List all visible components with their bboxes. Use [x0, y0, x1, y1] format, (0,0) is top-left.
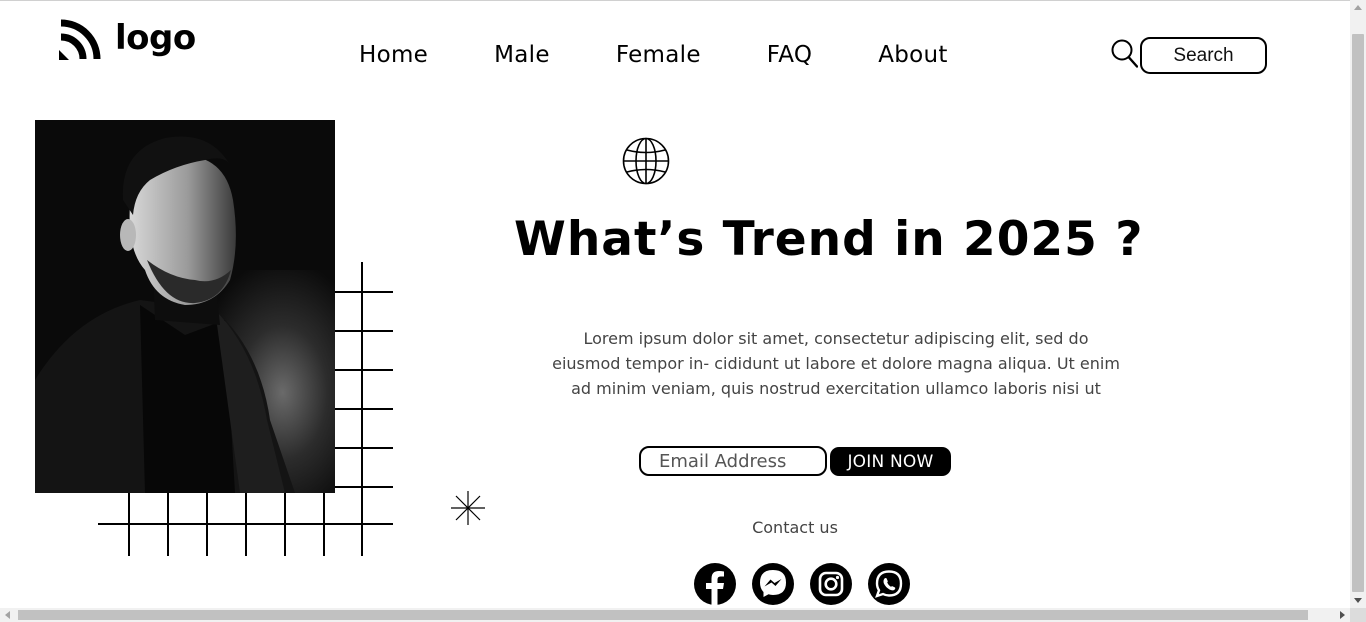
grid-decoration — [98, 262, 393, 556]
scrollbar-corner — [1350, 608, 1366, 622]
scroll-down-arrow-icon[interactable] — [1354, 598, 1362, 603]
globe-icon — [622, 137, 670, 185]
whatsapp-icon[interactable] — [867, 562, 911, 606]
join-now-button[interactable]: JOIN NOW — [830, 447, 951, 476]
scroll-left-arrow-icon[interactable] — [5, 611, 10, 619]
search-icon[interactable] — [1110, 38, 1138, 68]
hero-title: What’s Trend in 2025 ? — [514, 212, 1144, 267]
nav-link-male[interactable]: Male — [494, 42, 550, 68]
nav-link-home[interactable]: Home — [359, 42, 428, 68]
search-button[interactable]: Search — [1140, 37, 1267, 74]
email-address-field[interactable] — [639, 446, 827, 476]
nav-link-about[interactable]: About — [878, 42, 948, 68]
vertical-scrollbar[interactable] — [1350, 0, 1366, 608]
logo[interactable]: logo — [55, 16, 196, 66]
vertical-scrollbar-thumb[interactable] — [1352, 34, 1364, 592]
messenger-icon[interactable] — [751, 562, 795, 606]
hero-description: Lorem ipsum dolor sit amet, consectetur … — [552, 329, 1120, 398]
instagram-icon[interactable] — [809, 562, 853, 606]
contact-us-label: Contact us — [752, 518, 838, 537]
facebook-icon[interactable] — [693, 562, 737, 606]
sparkle-icon — [451, 491, 485, 525]
wifi-arcs-icon — [59, 19, 101, 60]
social-links — [693, 562, 925, 606]
horizontal-scrollbar-thumb[interactable] — [18, 610, 1308, 620]
horizontal-scrollbar[interactable] — [0, 608, 1350, 622]
scroll-up-arrow-icon[interactable] — [1354, 5, 1362, 10]
nav-link-faq[interactable]: FAQ — [767, 42, 812, 68]
logo-text: logo — [115, 18, 196, 58]
top-border — [0, 0, 1350, 1]
nav-link-female[interactable]: Female — [616, 42, 701, 68]
main-nav: Home Male Female FAQ About — [359, 42, 948, 68]
scroll-right-arrow-icon[interactable] — [1340, 611, 1345, 619]
